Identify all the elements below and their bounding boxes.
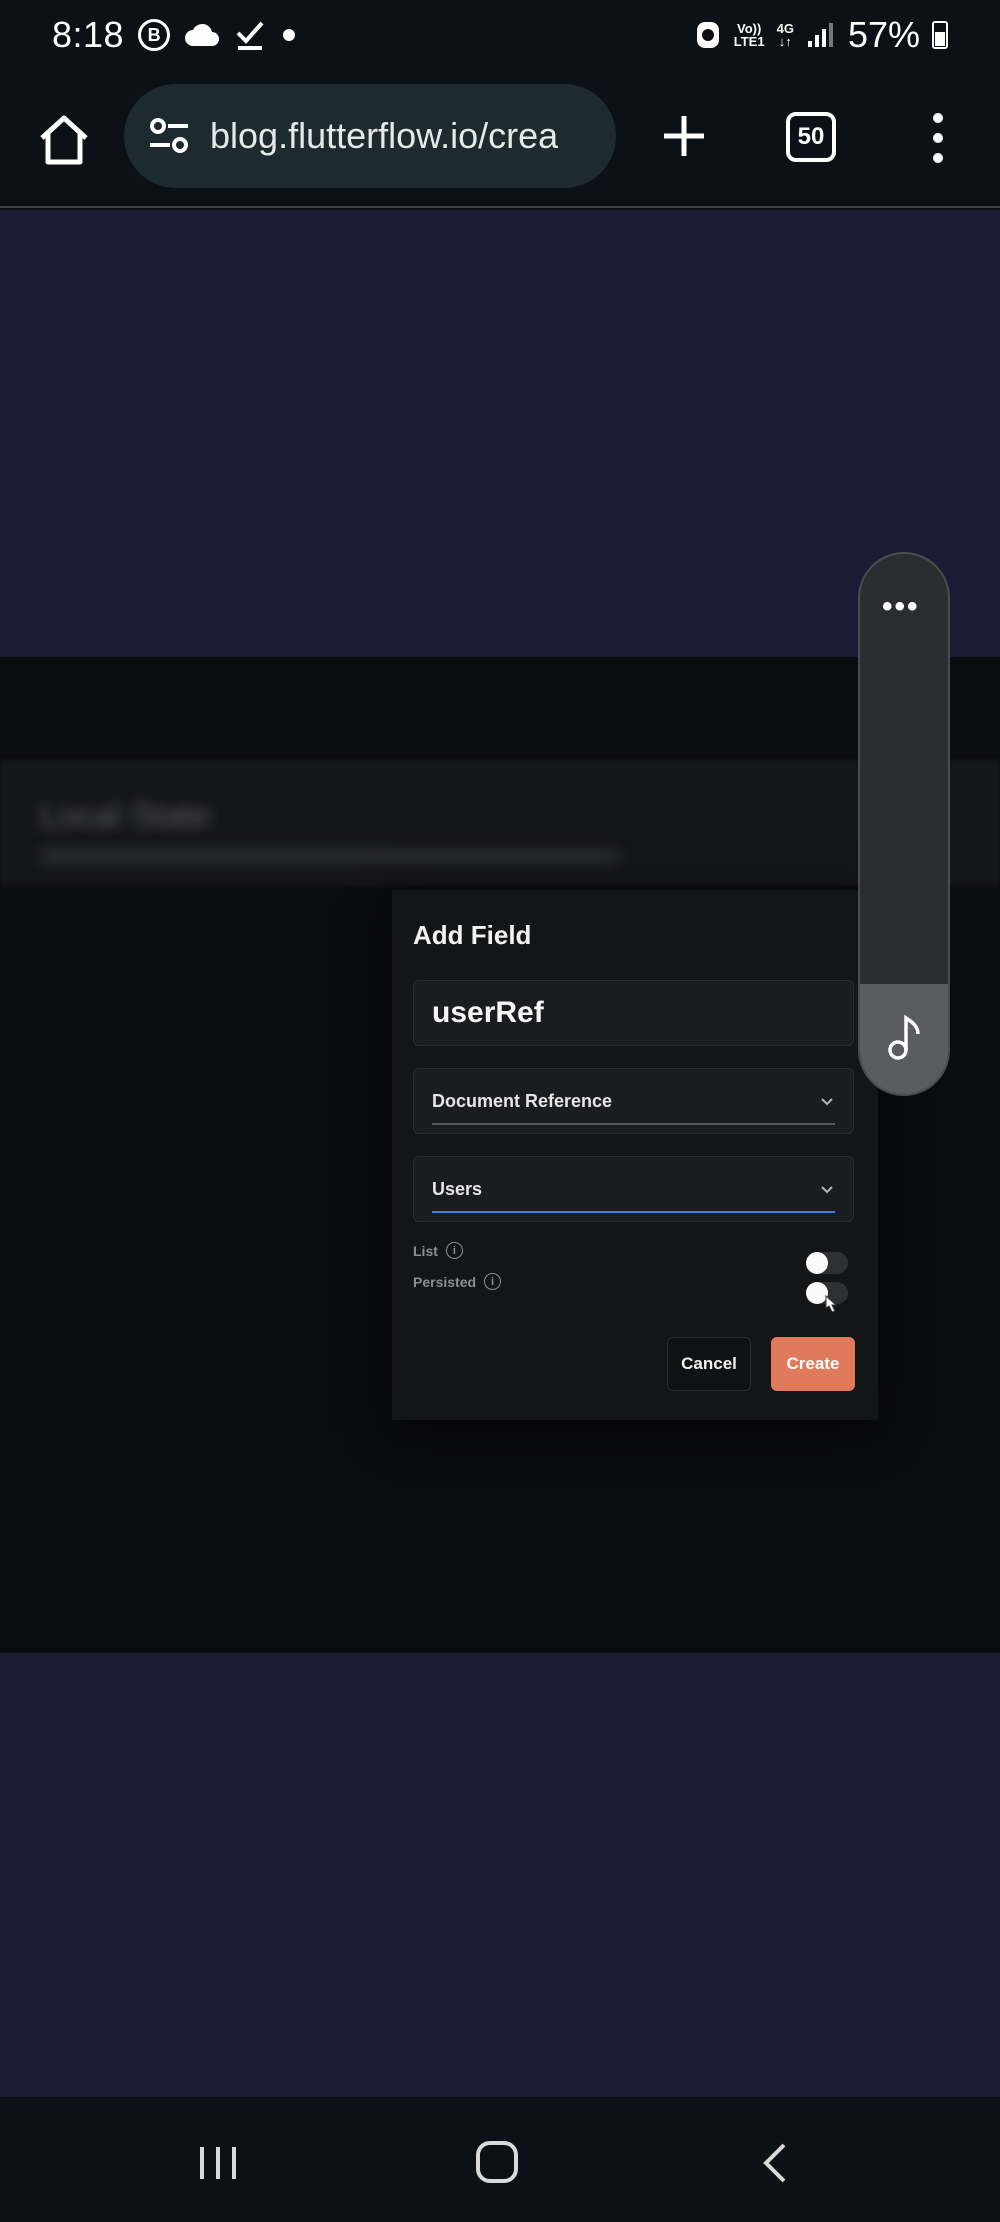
back-icon[interactable] <box>760 2141 790 2185</box>
blurred-subtext <box>40 849 620 863</box>
more-menu-button[interactable] <box>920 110 956 166</box>
floating-menu-icon[interactable]: ••• <box>882 590 920 624</box>
volte-bottom-text: LTE1 <box>733 34 765 49</box>
list-label: List <box>413 1242 438 1259</box>
sync-icon <box>694 19 722 51</box>
status-right: Vo)) LTE1 4G ↓↑ 57% <box>694 14 948 56</box>
info-icon[interactable]: i <box>484 1273 502 1290</box>
field-name-input[interactable]: userRef <box>413 980 854 1046</box>
plus-icon <box>664 116 704 156</box>
b-badge-icon: B <box>138 19 171 51</box>
persisted-label: Persisted <box>413 1273 477 1290</box>
select-underline <box>432 1123 835 1125</box>
field-type-select[interactable]: Document Reference <box>413 1068 854 1134</box>
music-note-icon <box>888 1014 920 1060</box>
blurred-heading: Local State <box>40 797 211 835</box>
system-nav-bar <box>0 2097 1000 2222</box>
check-icon <box>234 19 266 51</box>
persisted-row: Persisted i <box>413 1273 502 1290</box>
collection-select[interactable]: Users <box>413 1156 854 1222</box>
floating-media-panel[interactable]: ••• <box>858 552 950 1096</box>
list-toggle[interactable] <box>806 1252 848 1274</box>
chevron-down-icon <box>821 1186 833 1194</box>
browser-toolbar: blog.flutterflow.io/crea 50 <box>0 70 1000 208</box>
recents-icon[interactable] <box>196 2143 240 2183</box>
url-text[interactable]: blog.flutterflow.io/crea <box>210 115 558 157</box>
status-bar: 8:18 B Vo)) LTE1 4G ↓↑ 57% <box>0 0 1000 70</box>
network-text: 4G <box>776 21 794 36</box>
music-button[interactable] <box>860 984 948 1094</box>
address-bar[interactable]: blog.flutterflow.io/crea <box>124 84 616 188</box>
field-type-value: Document Reference <box>432 1090 613 1111</box>
create-button[interactable]: Create <box>771 1337 855 1391</box>
battery-percent: 57% <box>847 14 920 55</box>
list-row: List i <box>413 1242 463 1259</box>
cloud-icon <box>184 22 220 48</box>
site-settings-icon[interactable] <box>144 111 194 161</box>
4g-icon: 4G ↓↑ <box>776 21 794 49</box>
add-field-dialog: Add Field userRef Document Reference Use… <box>392 890 878 1420</box>
volte-icon: Vo)) LTE1 <box>734 22 765 48</box>
collection-value: Users <box>432 1178 483 1199</box>
page-header-area <box>0 210 1000 657</box>
home-icon <box>40 115 88 165</box>
status-left: 8:18 B <box>52 14 298 56</box>
mouse-pointer-icon <box>825 1294 838 1313</box>
battery-icon <box>932 21 948 49</box>
dialog-title: Add Field <box>413 920 532 950</box>
dot-icon <box>280 26 298 44</box>
chevron-down-icon <box>821 1098 833 1106</box>
new-tab-button[interactable] <box>654 106 714 166</box>
kebab-menu-icon <box>933 113 943 163</box>
info-icon[interactable]: i <box>445 1242 463 1259</box>
home-button[interactable] <box>34 110 94 170</box>
signal-icon <box>806 21 836 49</box>
select-underline-focused <box>432 1211 835 1213</box>
cancel-button[interactable]: Cancel <box>667 1337 751 1391</box>
tab-switcher-button[interactable]: 50 <box>786 112 836 162</box>
page-footer-area <box>0 1653 1000 2097</box>
nav-home-icon[interactable] <box>476 2141 518 2183</box>
status-time: 8:18 <box>52 14 125 55</box>
